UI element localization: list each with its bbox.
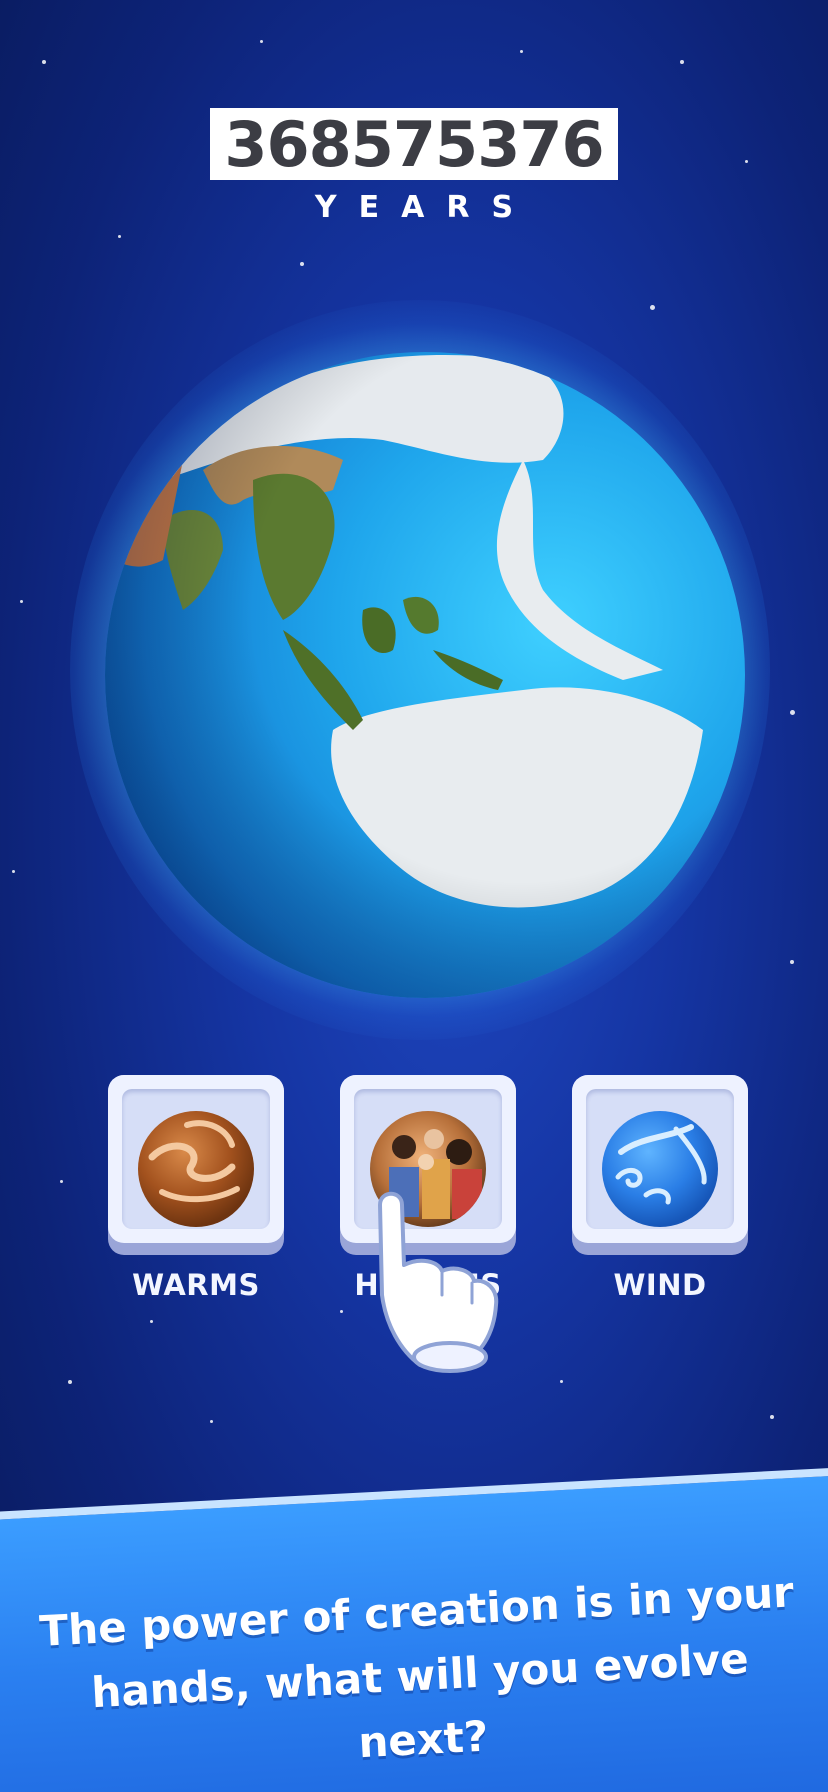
power-label-warms: WARMS <box>132 1268 260 1302</box>
tap-hand-icon <box>378 1191 499 1373</box>
promo-banner-text: The power of creation is in your hands, … <box>38 1567 795 1768</box>
years-label: YEARS <box>314 190 536 225</box>
warms-orb-icon <box>138 1111 254 1227</box>
game-screen: 368575376 YEARS WARMS WIND The power of … <box>0 0 828 1792</box>
power-label-wind: WIND <box>613 1268 707 1302</box>
year-counter: 368575376 <box>210 107 618 181</box>
earth-globe-icon[interactable] <box>103 350 748 1000</box>
power-card-warms[interactable] <box>108 1075 284 1255</box>
year-counter-value: 368575376 <box>224 107 604 181</box>
power-card-wind[interactable] <box>572 1075 748 1255</box>
wind-orb-icon <box>602 1111 718 1227</box>
